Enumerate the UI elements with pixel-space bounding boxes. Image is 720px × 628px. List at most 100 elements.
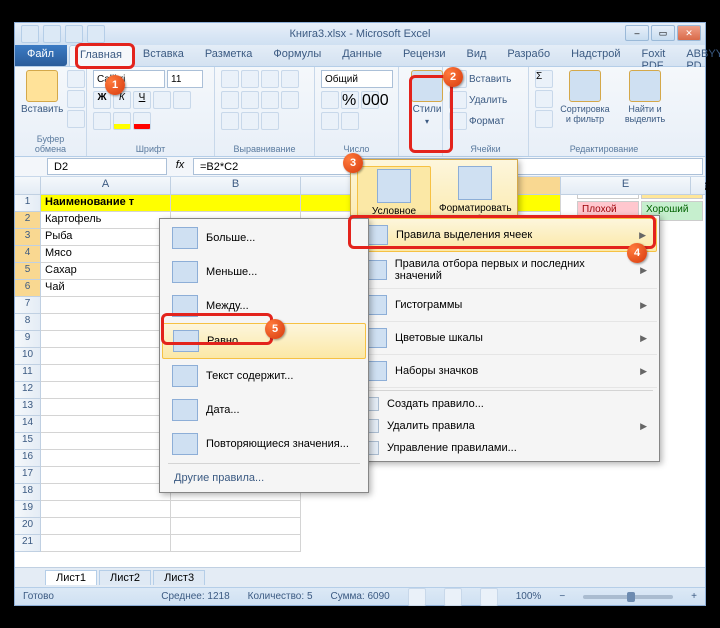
align-bottom-icon[interactable] bbox=[261, 70, 279, 88]
cell[interactable] bbox=[41, 501, 171, 518]
row-header[interactable]: 19 bbox=[15, 501, 41, 518]
qat-redo-icon[interactable] bbox=[65, 25, 83, 43]
find-select-button[interactable]: Найти и выделить bbox=[617, 70, 673, 142]
sheet-tab-1[interactable]: Лист1 bbox=[45, 570, 97, 585]
row-header[interactable]: 13 bbox=[15, 399, 41, 416]
menu-data-bars[interactable]: Гистограммы ▶ bbox=[353, 289, 657, 322]
bold-icon[interactable]: Ж bbox=[93, 91, 111, 109]
number-format-combo[interactable] bbox=[321, 70, 393, 88]
cell[interactable]: Мясо bbox=[41, 246, 171, 263]
tab-addins[interactable]: Надстрой bbox=[561, 45, 631, 66]
comma-icon[interactable]: 000 bbox=[361, 91, 379, 109]
cell[interactable] bbox=[171, 518, 301, 535]
tab-home[interactable]: Главная bbox=[69, 45, 133, 66]
cell[interactable]: Наименование т bbox=[41, 195, 171, 212]
tab-insert[interactable]: Вставка bbox=[133, 45, 195, 66]
cell[interactable] bbox=[41, 450, 171, 467]
font-size-combo[interactable] bbox=[167, 70, 203, 88]
font-name-combo[interactable] bbox=[93, 70, 165, 88]
zoom-in-button[interactable]: + bbox=[691, 591, 697, 602]
cell[interactable]: Картофель bbox=[41, 212, 171, 229]
increase-decimal-icon[interactable] bbox=[321, 112, 339, 130]
cell[interactable] bbox=[41, 314, 171, 331]
minimize-button[interactable]: – bbox=[625, 25, 649, 41]
cell[interactable]: Сахар bbox=[41, 263, 171, 280]
zoom-slider[interactable] bbox=[583, 595, 673, 599]
row-header[interactable]: 18 bbox=[15, 484, 41, 501]
cell[interactable] bbox=[41, 331, 171, 348]
row-header[interactable]: 11 bbox=[15, 365, 41, 382]
row-header[interactable]: 14 bbox=[15, 416, 41, 433]
cell[interactable] bbox=[41, 365, 171, 382]
menu-color-scales[interactable]: Цветовые шкалы ▶ bbox=[353, 322, 657, 355]
cell[interactable] bbox=[41, 297, 171, 314]
fill-color-icon[interactable] bbox=[113, 112, 131, 130]
menu-top-bottom-rules[interactable]: Правила отбора первых и последних значен… bbox=[353, 252, 657, 289]
maximize-button[interactable]: ▭ bbox=[651, 25, 675, 41]
cells-delete-button[interactable]: Удалить bbox=[449, 91, 522, 109]
row-header[interactable]: 20 bbox=[15, 518, 41, 535]
paste-button[interactable]: Вставить bbox=[21, 70, 63, 132]
row-header[interactable]: 9 bbox=[15, 331, 41, 348]
format-painter-icon[interactable] bbox=[67, 110, 85, 128]
border-icon[interactable] bbox=[93, 112, 111, 130]
tab-abbyy[interactable]: ABBYY PD bbox=[676, 45, 720, 66]
cell[interactable] bbox=[41, 467, 171, 484]
menu-clear-rules[interactable]: Удалить правила▶ bbox=[353, 415, 657, 437]
align-middle-icon[interactable] bbox=[241, 70, 259, 88]
row-header[interactable]: 16 bbox=[15, 450, 41, 467]
rule-duplicate[interactable]: Повторяющиеся значения... bbox=[162, 427, 366, 461]
rule-equal-to[interactable]: Равно... bbox=[162, 323, 366, 359]
row-header[interactable]: 5 bbox=[15, 263, 41, 280]
align-center-icon[interactable] bbox=[241, 91, 259, 109]
rule-greater-than[interactable]: Больше... bbox=[162, 221, 366, 255]
cell[interactable] bbox=[171, 535, 301, 552]
zoom-out-button[interactable]: − bbox=[559, 591, 565, 602]
qat-save-icon[interactable] bbox=[21, 25, 39, 43]
tab-foxit[interactable]: Foxit PDF bbox=[632, 45, 677, 66]
menu-manage-rules[interactable]: Управление правилами... bbox=[353, 437, 657, 459]
close-button[interactable]: ✕ bbox=[677, 25, 701, 41]
orientation-icon[interactable] bbox=[281, 70, 299, 88]
cells-insert-button[interactable]: Вставить bbox=[449, 70, 522, 88]
row-header[interactable]: 8 bbox=[15, 314, 41, 331]
fx-icon[interactable]: fx bbox=[169, 157, 191, 176]
align-top-icon[interactable] bbox=[221, 70, 239, 88]
row-header[interactable]: 1 bbox=[15, 195, 41, 212]
rule-text-contains[interactable]: Текст содержит... bbox=[162, 359, 366, 393]
tab-review[interactable]: Рецензи bbox=[393, 45, 457, 66]
select-all-button[interactable] bbox=[15, 177, 41, 194]
rule-less-than[interactable]: Меньше... bbox=[162, 255, 366, 289]
sheet-tab-3[interactable]: Лист3 bbox=[153, 570, 205, 585]
sheet-tab-2[interactable]: Лист2 bbox=[99, 570, 151, 585]
clear-icon[interactable] bbox=[535, 110, 553, 128]
rule-more-rules[interactable]: Другие правила... bbox=[162, 466, 366, 490]
wrap-text-icon[interactable] bbox=[281, 91, 299, 109]
row-header[interactable]: 7 bbox=[15, 297, 41, 314]
cell[interactable]: Чай bbox=[41, 280, 171, 297]
autosum-icon[interactable]: Σ bbox=[535, 70, 553, 88]
cell[interactable] bbox=[41, 348, 171, 365]
percent-icon[interactable]: % bbox=[341, 91, 359, 109]
align-left-icon[interactable] bbox=[221, 91, 239, 109]
copy-icon[interactable] bbox=[67, 90, 85, 108]
col-header-b[interactable]: B bbox=[171, 177, 301, 194]
font-color-icon[interactable] bbox=[133, 112, 151, 130]
rule-between[interactable]: Между... bbox=[162, 289, 366, 323]
tab-file[interactable]: Файл bbox=[15, 45, 67, 66]
currency-icon[interactable] bbox=[321, 91, 339, 109]
menu-new-rule[interactable]: Создать правило... bbox=[353, 393, 657, 415]
tab-layout[interactable]: Разметка bbox=[195, 45, 264, 66]
view-pagebreak-icon[interactable] bbox=[480, 588, 498, 606]
decrease-decimal-icon[interactable] bbox=[341, 112, 359, 130]
col-header-e[interactable]: E bbox=[561, 177, 691, 194]
grow-font-icon[interactable] bbox=[153, 91, 171, 109]
col-header-a[interactable]: A bbox=[41, 177, 171, 194]
view-normal-icon[interactable] bbox=[408, 588, 426, 606]
row-header[interactable]: 6 bbox=[15, 280, 41, 297]
view-layout-icon[interactable] bbox=[444, 588, 462, 606]
tab-data[interactable]: Данные bbox=[332, 45, 393, 66]
cell[interactable] bbox=[41, 484, 171, 501]
cell[interactable] bbox=[41, 535, 171, 552]
rule-date[interactable]: Дата... bbox=[162, 393, 366, 427]
